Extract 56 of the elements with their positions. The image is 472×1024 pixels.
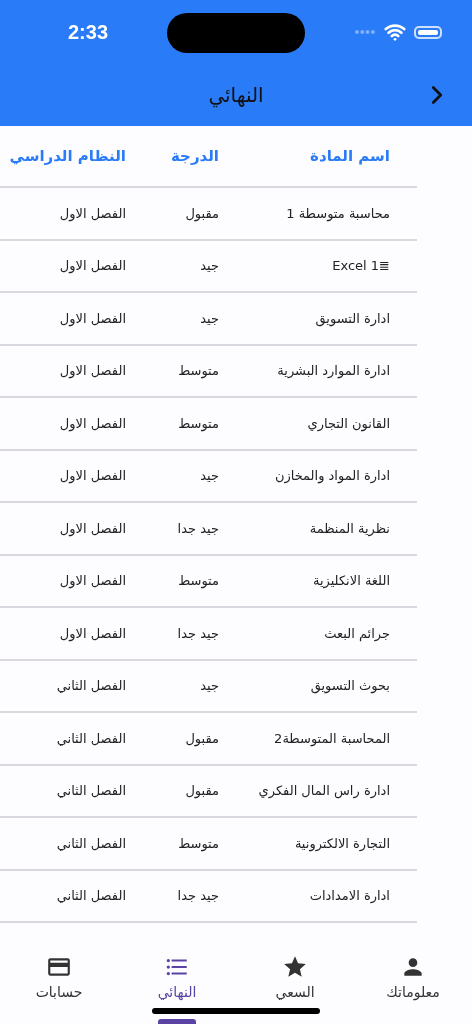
table-cell: مقبول: [185, 205, 219, 221]
column-header: الدرجة: [171, 147, 219, 165]
table-cell: جيد: [200, 310, 219, 326]
column-header: اسم المادة: [310, 147, 390, 165]
table-cell: ≣Excel 1: [332, 258, 390, 274]
table-cell: جيد: [200, 468, 219, 484]
tab-bar-item[interactable]: السعي: [236, 932, 354, 1024]
table-cell: الفصل الثاني: [56, 888, 126, 904]
table-cell: القانون التجاري: [307, 415, 390, 431]
table-cell: ادارة راس المال الفكري: [258, 783, 390, 799]
table-cell: الفصل الثاني: [56, 730, 126, 746]
table-cell: الفصل الاول: [59, 468, 126, 484]
table-cell: الفصل الاول: [59, 520, 126, 536]
star-icon: [282, 954, 308, 980]
table-cell: التجارة الالكترونية: [294, 835, 390, 851]
table-cell: الفصل الثاني: [56, 783, 126, 799]
selected-indicator: [158, 1019, 196, 1024]
table-cell: جيد جدا: [177, 625, 219, 641]
table-cell: متوسط: [178, 363, 219, 379]
tab-bar-item[interactable]: معلوماتك: [354, 932, 472, 1024]
table-cell: جرائم البعث: [324, 625, 390, 641]
table-cell: الفصل الثاني: [56, 835, 126, 851]
wifi-icon: [384, 21, 406, 43]
table-cell: الفصل الاول: [59, 310, 126, 326]
table-cell: جيد جدا: [177, 520, 219, 536]
table-cell: متوسط: [178, 415, 219, 431]
table-cell: الفصل الاول: [59, 258, 126, 274]
table-cell: متوسط: [178, 573, 219, 589]
table-cell: ادارة الامدادات: [309, 888, 390, 904]
table-cell: نظرية المنظمة: [309, 520, 390, 536]
table-cell: الفصل الاول: [59, 625, 126, 641]
tab-bar-item[interactable]: حسابات: [0, 932, 118, 1024]
screen-title: النهائي: [208, 83, 264, 107]
table-cell: مقبول: [185, 730, 219, 746]
table-cell: جيد: [200, 258, 219, 274]
status-time: 2:33: [68, 20, 109, 44]
table-cell: المحاسبة المتوسطة2: [274, 730, 390, 746]
table-cell: محاسبة متوسطة 1: [286, 205, 390, 221]
table-cell: ادارة الموارد البشرية: [277, 363, 390, 379]
table-cell: الفصل الثاني: [56, 678, 126, 694]
table-cell: جيد: [200, 678, 219, 694]
table-cell: الفصل الاول: [59, 573, 126, 589]
table-cell: جيد جدا: [177, 888, 219, 904]
table-cell: اللغة الانكليزية: [312, 573, 390, 589]
table-cell: الفصل الاول: [59, 205, 126, 221]
battery-icon: [414, 25, 442, 39]
table-cell: الفصل الاول: [59, 363, 126, 379]
signal-icon: [354, 29, 376, 35]
table-cell: الفصل الاول: [59, 415, 126, 431]
tab-bar-item[interactable]: النهائي: [118, 932, 236, 1024]
table-cell: متوسط: [178, 835, 219, 851]
table-cell: ادارة المواد والمخازن: [274, 468, 390, 484]
table-cell: مقبول: [185, 783, 219, 799]
table-cell: ادارة التسويق: [315, 310, 390, 326]
table-cell: بحوث التسويق: [310, 678, 390, 694]
column-header: النظام الدراسي: [9, 147, 126, 165]
